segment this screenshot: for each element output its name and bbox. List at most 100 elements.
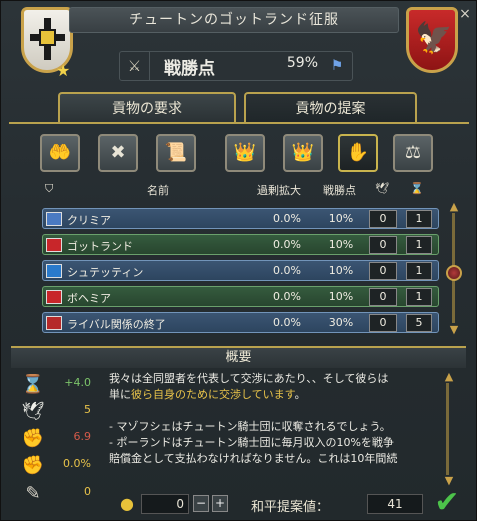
col-name: 名前 <box>147 184 169 197</box>
row-value-b: 1 <box>406 210 432 228</box>
stat-war-reparations: ✊ 0.0% <box>11 450 101 480</box>
break-alliance-icon[interactable]: ✋ <box>338 134 378 172</box>
row-warscore: 10% <box>328 264 354 277</box>
warscore-label: 戦勝点 <box>164 59 215 79</box>
gold-amount-field[interactable]: 0 <box>141 494 189 514</box>
bottom-bar: ● 0 − + 和平提案値： 41 ✔ <box>109 488 469 518</box>
row-overextension: 0.0% <box>273 316 301 329</box>
table-row[interactable]: ライバル関係の終了 0.0% 30% 0 5 <box>42 312 439 333</box>
scroll-up-icon[interactable]: ▲ <box>446 201 462 213</box>
poland-shield[interactable]: 🦅 <box>406 7 458 73</box>
col-warscore: 戦勝点 <box>323 184 356 197</box>
aggressive-expansion-icon: ✊ <box>21 428 45 449</box>
table-row[interactable]: ゴットランド 0.0% 10% 0 1 <box>42 234 439 255</box>
table-row[interactable]: クリミア 0.0% 10% 0 1 <box>42 208 439 229</box>
diplomacy-icon: 🕊 <box>21 401 45 422</box>
row-name: シュテッティン <box>67 266 144 279</box>
table-header: ⛉ 名前 過剰拡大 戦勝点 🕊 ⌛ <box>39 178 439 200</box>
flag-icon <box>46 264 62 278</box>
flag-icon[interactable]: ⚑ <box>325 55 349 77</box>
row-overextension: 0.0% <box>273 212 301 225</box>
stat-value: 0.0% <box>63 457 91 470</box>
hourglass-column-icon: ⌛ <box>410 182 424 195</box>
revoke-claims-icon[interactable]: 👑 <box>225 134 265 172</box>
row-value-b: 1 <box>406 236 432 254</box>
vassalize-icon[interactable]: 👑 <box>283 134 323 172</box>
stat-value: 6.9 <box>73 430 92 443</box>
window-title: チュートンのゴットランド征服 <box>69 7 399 33</box>
stat-treaty: ✎ 0 <box>11 478 101 508</box>
gold-coins-icon: ● <box>120 494 134 513</box>
row-value-a: 0 <box>369 210 397 228</box>
tab-divider <box>9 122 469 124</box>
flag-icon <box>46 316 62 330</box>
desc-text: 。 <box>294 388 306 401</box>
row-warscore: 30% <box>328 316 354 329</box>
cross-center <box>39 29 56 46</box>
desc-line: 賠償金として支払わなければなりません。これは10年間続 <box>109 452 398 465</box>
prestige-icon: ⌛ <box>21 374 45 395</box>
row-warscore: 10% <box>328 290 354 303</box>
decrease-button[interactable]: − <box>193 495 209 512</box>
tribute-icon[interactable]: ⚖ <box>393 134 433 172</box>
scroll-track <box>446 383 449 475</box>
row-value-a: 0 <box>369 236 397 254</box>
row-value-a: 0 <box>369 262 397 280</box>
stat-value: 5 <box>84 403 91 416</box>
row-name: ゴットランド <box>67 240 133 253</box>
demand-provinces-icon[interactable]: 🤲 <box>40 134 80 172</box>
stat-prestige: ⌛ +4.0 <box>11 369 101 399</box>
summary-title: 概要 <box>11 346 466 368</box>
desc-line: - ポーランドはチュートン騎士団に毎月収入の10%を戦争 <box>109 436 394 449</box>
close-icon[interactable]: × <box>458 7 472 21</box>
description-scrollbar[interactable]: ▲ ▼ <box>441 371 455 487</box>
treaty-icon: ✎ <box>25 483 41 504</box>
warscore-bar: ⚔ 戦勝点 59% ⚑ <box>119 51 353 81</box>
war-reparations-icon: ✊ <box>21 455 45 476</box>
release-nation-icon[interactable]: ✖ <box>98 134 138 172</box>
peace-acceptance-label: 和平提案値： <box>251 500 330 515</box>
row-overextension: 0.0% <box>273 238 301 251</box>
table-row[interactable]: シュテッティン 0.0% 10% 0 1 <box>42 260 439 281</box>
shield-column-icon: ⛉ <box>45 182 54 195</box>
desc-line: - マゾフシェはチュートン騎士団に収奪されるでしょう。 <box>109 420 391 433</box>
row-name: ボヘミア <box>67 292 111 305</box>
row-name: クリミア <box>67 214 111 227</box>
row-value-a: 0 <box>369 314 397 332</box>
confirm-checkmark-icon[interactable]: ✔ <box>431 488 463 518</box>
table-scrollbar[interactable]: ▲ ▼ <box>446 201 462 336</box>
scroll-down-icon[interactable]: ▼ <box>446 324 462 336</box>
row-overextension: 0.0% <box>273 264 301 277</box>
row-overextension: 0.0% <box>273 290 301 303</box>
return-cores-icon[interactable]: 📜 <box>156 134 196 172</box>
stat-diplomacy: 🕊 5 <box>11 396 101 426</box>
warscore-value: 59% <box>286 55 318 71</box>
stat-aggressive-expansion: ✊ 6.9 <box>11 423 101 453</box>
table-row[interactable]: ボヘミア 0.0% 10% 0 1 <box>42 286 439 307</box>
desc-line: 単に彼ら自身のために交渉しています。 <box>109 387 435 403</box>
scroll-up-icon[interactable]: ▲ <box>441 371 457 383</box>
summary-description: 我々は全同盟者を代表して交渉にあたり、、そして彼らは 単に彼ら自身のために交渉し… <box>109 371 435 487</box>
eagle-icon: 🦅 <box>415 21 453 56</box>
row-warscore: 10% <box>328 238 354 251</box>
flag-icon <box>46 212 62 226</box>
dove-column-icon: 🕊 <box>375 182 389 195</box>
star-icon: ★ <box>56 61 71 80</box>
row-value-a: 0 <box>369 288 397 306</box>
row-warscore: 10% <box>328 212 354 225</box>
scroll-knob[interactable] <box>446 265 462 281</box>
increase-button[interactable]: + <box>212 495 228 512</box>
flag-icon <box>46 238 62 252</box>
tab-demand-tribute[interactable]: 貢物の要求 <box>58 92 236 123</box>
row-value-b: 1 <box>406 262 432 280</box>
desc-line: 我々は全同盟者を代表して交渉にあたり、、そして彼らは <box>109 372 389 385</box>
desc-text: 単に <box>109 388 131 401</box>
tab-offer-tribute[interactable]: 貢物の提案 <box>244 92 417 123</box>
flag-icon <box>46 290 62 304</box>
stat-value: 0 <box>84 485 91 498</box>
row-value-b: 1 <box>406 288 432 306</box>
col-overextension: 過剰拡大 <box>257 184 301 197</box>
swords-icon: ⚔ <box>120 52 150 80</box>
peace-acceptance-value: 41 <box>367 494 423 514</box>
row-name: ライバル関係の終了 <box>67 318 166 331</box>
